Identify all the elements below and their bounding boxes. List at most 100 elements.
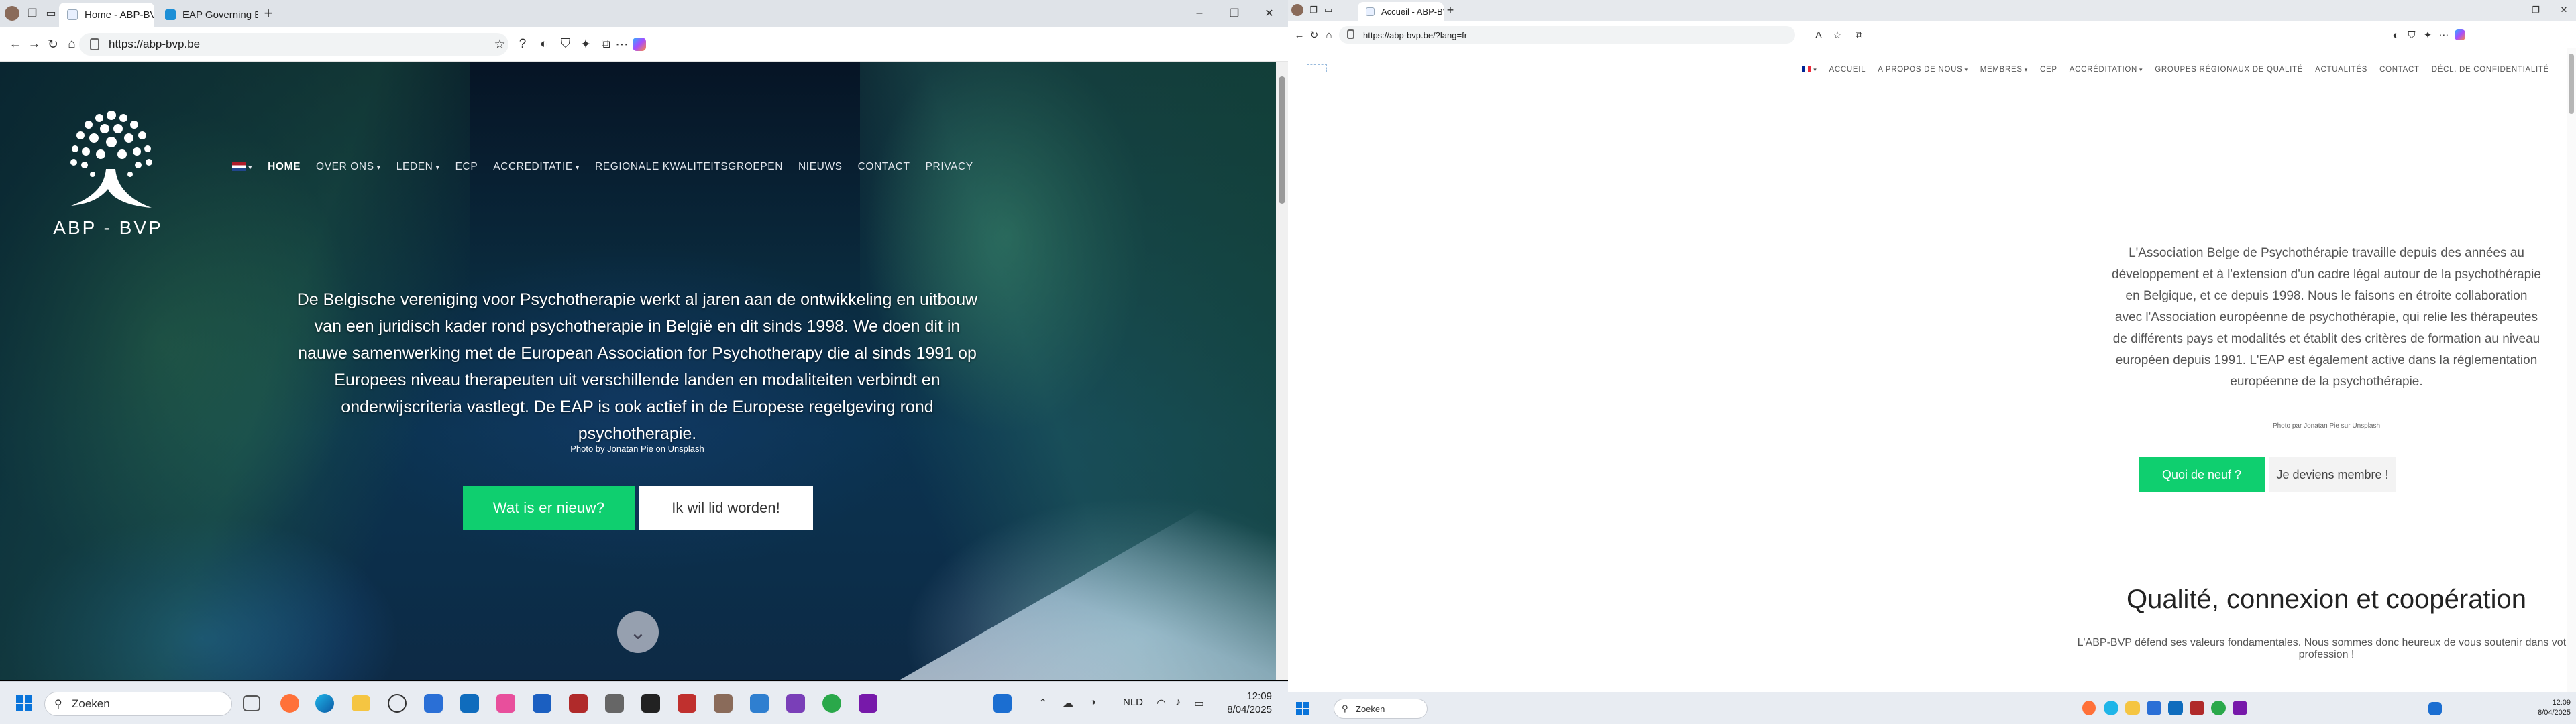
nav-item-nieuws[interactable]: NIEUWS	[798, 161, 843, 173]
app-icon-8[interactable]	[786, 694, 805, 713]
nav-item-contact[interactable]: CONTACT	[858, 161, 910, 173]
language-switcher[interactable]: ▾	[232, 161, 252, 173]
copilot-icon[interactable]	[2453, 27, 2467, 42]
favorite-star-icon[interactable]: ☆	[1830, 27, 1845, 42]
close-window-icon[interactable]: ✕	[2557, 3, 2571, 17]
more-menu-icon[interactable]: ⋯	[2436, 27, 2451, 42]
app-icon-5[interactable]	[678, 694, 696, 713]
puzzle-icon[interactable]: ✦	[2420, 27, 2435, 42]
xbox-icon[interactable]	[2211, 701, 2226, 715]
app-icon-2[interactable]	[533, 694, 551, 713]
nav-item-a-propos[interactable]: A PROPOS DE NOUS ▾	[1878, 66, 1968, 74]
app-icon-7[interactable]	[750, 694, 769, 713]
url-field[interactable]: https://abp-bvp.be/?lang=fr	[1339, 26, 1795, 44]
profile-avatar-icon[interactable]	[1291, 3, 1304, 17]
new-tab-icon[interactable]: +	[1444, 3, 1457, 17]
windows-start-icon[interactable]	[16, 695, 32, 711]
outlook-icon[interactable]	[2168, 701, 2183, 715]
nav-item-over-ons[interactable]: OVER ONS ▾	[316, 161, 381, 173]
nav-item-actualites[interactable]: ACTUALITÉS	[2315, 66, 2367, 74]
nav-item-contact[interactable]: CONTACT	[2379, 66, 2420, 74]
volume-icon[interactable]: ♪	[1175, 697, 1190, 710]
forward-icon[interactable]: →	[25, 36, 43, 53]
app-icon-3[interactable]	[605, 694, 624, 713]
nav-item-ecp[interactable]: ECP	[455, 161, 478, 173]
whats-new-button[interactable]: Wat is er nieuw?	[463, 486, 635, 530]
onenote-icon[interactable]	[2233, 701, 2247, 715]
nav-item-cep[interactable]: CEP	[2040, 66, 2057, 74]
clock[interactable]: 12:09 8/04/2025	[2510, 698, 2571, 718]
copilot-taskbar-icon[interactable]: ◑	[1089, 697, 1106, 710]
tab-accueil-abp-bvp[interactable]: Accueil - ABP-BVP ✕	[1358, 2, 1444, 21]
shield-icon[interactable]: ⛉	[557, 36, 574, 53]
scrollbar-thumb[interactable]	[1279, 76, 1285, 204]
app-icon-1[interactable]	[424, 694, 443, 713]
minimize-icon[interactable]: –	[2501, 3, 2514, 17]
app-icon-5[interactable]	[2190, 701, 2204, 715]
app-icon-4[interactable]	[641, 694, 660, 713]
credit-unsplash-link[interactable]: Unsplash	[668, 444, 704, 454]
firefox-icon[interactable]	[2082, 701, 2096, 715]
scroll-down-chevron-icon[interactable]: ⌄	[617, 611, 659, 653]
language-switcher[interactable]: ▾	[1802, 66, 1817, 74]
photos-icon[interactable]	[496, 694, 515, 713]
minimize-icon[interactable]: –	[1191, 5, 1208, 21]
widgets-icon[interactable]	[993, 694, 1012, 713]
nav-item-accreditation[interactable]: ACCRÉDITATION ▾	[2070, 66, 2143, 74]
favorite-star-icon[interactable]: ☆	[491, 36, 508, 53]
nav-item-membres[interactable]: MEMBRES ▾	[1980, 66, 2028, 74]
close-window-icon[interactable]: ✕	[1261, 5, 1277, 21]
workspaces-icon[interactable]: ❐	[1307, 3, 1320, 17]
broken-logo-image[interactable]	[1307, 64, 1327, 72]
puzzle-icon[interactable]: ✦	[577, 36, 594, 53]
nav-item-home[interactable]: HOME	[268, 161, 301, 173]
copilot-icon[interactable]	[631, 36, 648, 53]
tab-home-abp-bvp[interactable]: Home - ABP-BVP ✕	[59, 3, 154, 27]
language-indicator[interactable]: NLD	[1123, 697, 1143, 708]
clock[interactable]: 12:09 8/04/2025	[1208, 690, 1272, 717]
refresh-icon[interactable]: ↻	[44, 36, 62, 53]
firefox-icon[interactable]	[280, 694, 299, 713]
edge-icon[interactable]	[315, 694, 334, 713]
whats-new-button[interactable]: Quoi de neuf ?	[2139, 457, 2265, 492]
become-member-button[interactable]: Je deviens membre !	[2269, 457, 2396, 492]
page-scrollbar[interactable]	[1276, 62, 1288, 680]
page-scrollbar[interactable]	[2567, 48, 2576, 692]
collections-icon[interactable]: ⧉	[597, 36, 614, 53]
windows-start-icon[interactable]	[1296, 702, 1309, 715]
nav-item-leden[interactable]: LEDEN ▾	[396, 161, 440, 173]
home-icon[interactable]: ⌂	[63, 36, 80, 53]
outlook-icon[interactable]	[460, 694, 479, 713]
file-explorer-icon[interactable]	[2125, 701, 2140, 715]
collections-icon[interactable]: ⧉	[1851, 27, 1866, 42]
profile-avatar-icon[interactable]	[4, 5, 20, 21]
nav-item-confidentialite[interactable]: DÉCL. DE CONFIDENTIALITÉ	[2432, 66, 2549, 74]
become-member-button[interactable]: Ik wil lid worden!	[639, 486, 813, 530]
refresh-icon[interactable]: ↻	[1307, 27, 1322, 42]
extension-icon[interactable]: ◐	[2388, 27, 2403, 42]
new-tab-icon[interactable]: +	[260, 5, 276, 21]
more-menu-icon[interactable]: ⋯	[613, 36, 631, 53]
shield-icon[interactable]: ⛉	[2404, 27, 2419, 42]
reader-icon[interactable]: A	[1811, 27, 1826, 42]
wifi-icon[interactable]: ◠	[1157, 697, 1171, 710]
app-icon-1[interactable]	[2147, 701, 2161, 715]
task-view-icon[interactable]	[243, 695, 260, 711]
tab-eap-governing-board[interactable]: EAP Governing Board, AGM and C ✕	[157, 3, 258, 27]
taskbar-search[interactable]: ⚲ Zoeken	[44, 692, 232, 716]
file-explorer-icon[interactable]	[352, 695, 370, 711]
edge-icon[interactable]	[2104, 701, 2118, 715]
widgets-icon[interactable]	[2428, 702, 2442, 715]
credit-author-link[interactable]: Jonatan Pie	[607, 444, 653, 454]
workspaces-icon[interactable]: ❐	[24, 5, 40, 21]
nav-item-groupes-regionaux[interactable]: GROUPES RÉGIONAUX DE QUALITÉ	[2155, 66, 2303, 74]
app-icon-6[interactable]	[714, 694, 733, 713]
maximize-icon[interactable]: ❐	[1226, 5, 1242, 21]
tab-actions-icon[interactable]: ▭	[1322, 3, 1335, 17]
tab-actions-icon[interactable]: ▭	[43, 5, 59, 21]
nav-item-accreditatie[interactable]: ACCREDITATIE ▾	[493, 161, 580, 173]
nav-item-accueil[interactable]: ACCUEIL	[1829, 66, 1866, 74]
taskbar-search[interactable]: ⚲ Zoeken	[1334, 699, 1428, 719]
xbox-icon[interactable]	[822, 694, 841, 713]
scrollbar-thumb[interactable]	[2569, 54, 2574, 114]
